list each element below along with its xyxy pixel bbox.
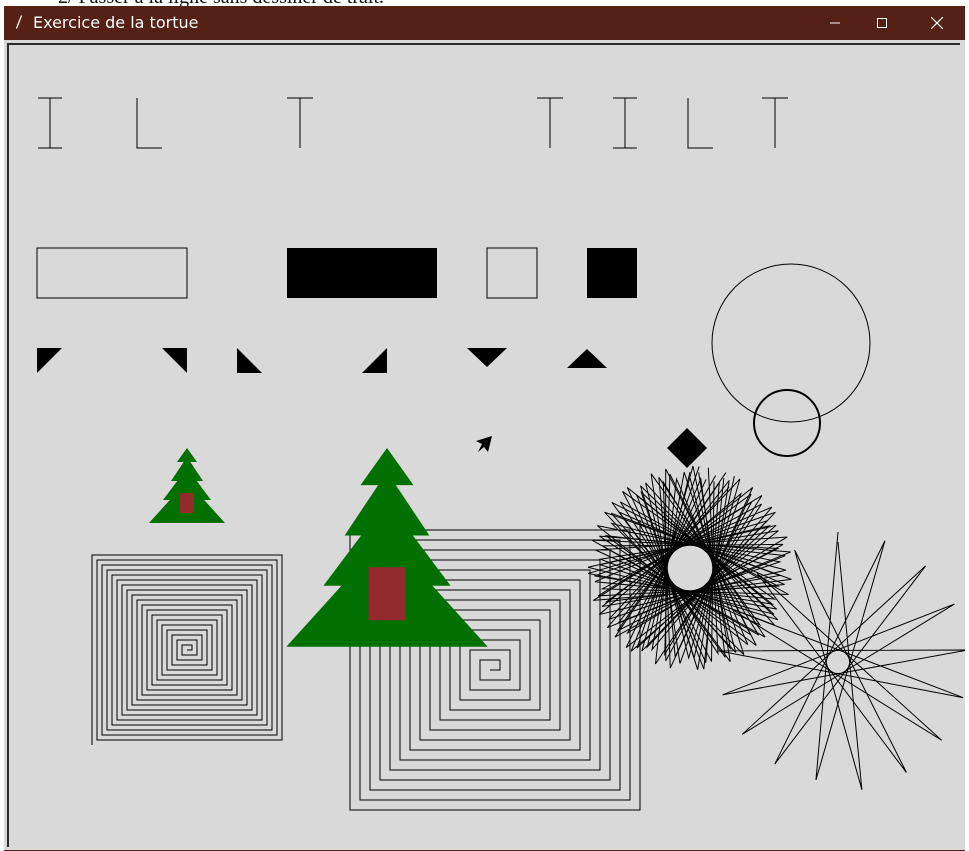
turtle-canvas-area[interactable] [4, 40, 965, 850]
filled-rectangle [287, 248, 437, 298]
minimize-button[interactable] [812, 6, 858, 40]
filled-diamond [667, 428, 707, 468]
small-circle [753, 389, 821, 457]
maximize-icon [877, 18, 887, 28]
outline-square [486, 247, 538, 299]
large-circle [711, 263, 871, 423]
small-square-spiral [91, 554, 283, 745]
filled-triangle [37, 348, 62, 373]
close-button[interactable] [914, 6, 960, 40]
small-tree [149, 448, 225, 523]
letter-l [136, 98, 162, 149]
filled-square [587, 248, 637, 298]
close-icon [931, 17, 943, 29]
maximize-button[interactable] [859, 6, 905, 40]
outline-rectangle [36, 247, 188, 299]
large-tree [286, 448, 488, 647]
letter-l [687, 98, 713, 149]
tree-trunk [368, 567, 406, 621]
star-drawings [587, 465, 965, 790]
window-title: Exercice de la tortue [33, 13, 199, 32]
filled-triangle [567, 349, 607, 368]
turtle-arrow [476, 436, 492, 452]
geometric-shapes [36, 247, 871, 468]
large-star [718, 531, 965, 790]
title-bar[interactable]: Exercice de la tortue [4, 6, 965, 40]
filled-triangle [467, 348, 507, 367]
minimize-icon [830, 22, 840, 24]
tree-drawings [149, 448, 488, 647]
filled-triangle [237, 348, 262, 373]
filled-triangle [162, 348, 187, 373]
feather-icon [16, 15, 22, 29]
turtle-cursor-icon [476, 436, 492, 452]
turtle-drawing[interactable] [4, 40, 965, 850]
tree-trunk [180, 493, 194, 513]
turtle-window: Exercice de la tortue [4, 6, 965, 851]
filled-triangle [362, 348, 387, 373]
letter-drawings [38, 97, 788, 149]
